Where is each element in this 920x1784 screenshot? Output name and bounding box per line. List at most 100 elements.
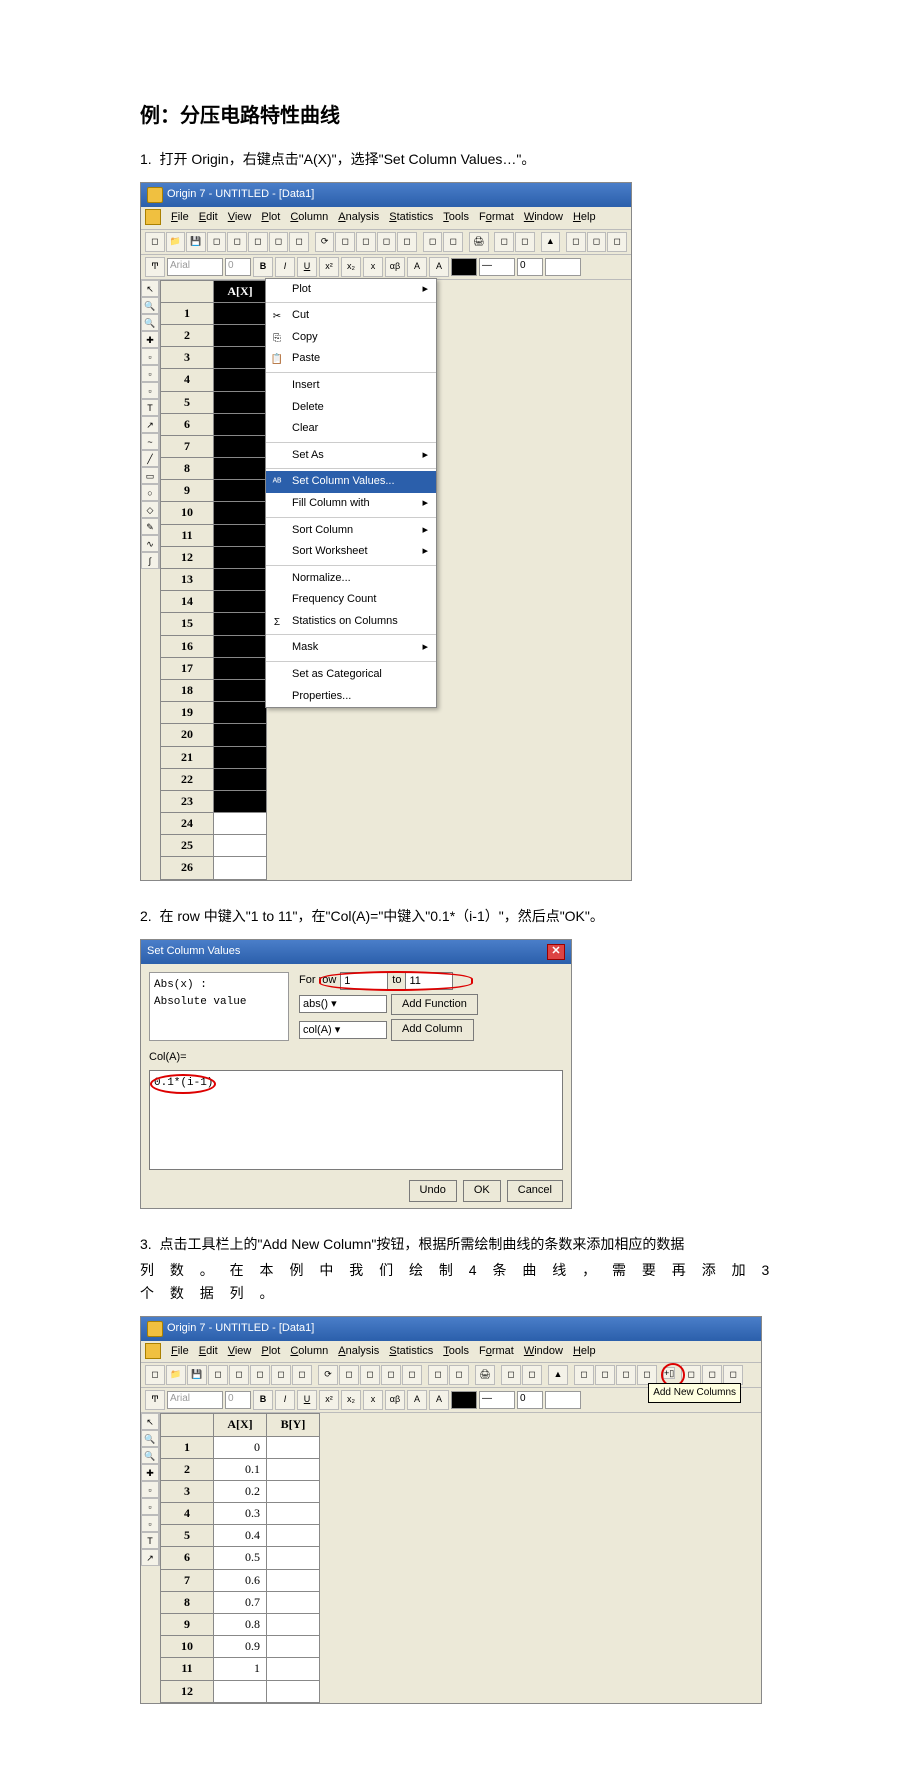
menu-help[interactable]: Help [573, 209, 596, 227]
cell[interactable] [214, 724, 267, 746]
cell[interactable] [214, 813, 267, 835]
fmt-greek[interactable]: αβ [385, 257, 405, 277]
ctx-sort-column[interactable]: Sort Column▸ [266, 520, 436, 542]
menu-column[interactable]: Column [290, 209, 328, 227]
row-header[interactable]: 14 [161, 591, 214, 613]
fmt-italic[interactable]: I [275, 1390, 295, 1410]
tb-b25[interactable]: ◻ [681, 1365, 701, 1385]
line-style[interactable]: — [479, 258, 515, 276]
st-circle[interactable]: ○ [141, 484, 159, 501]
col-header-b[interactable]: B[Y] [267, 1414, 320, 1436]
cell[interactable] [267, 1503, 320, 1525]
row-header[interactable]: 10 [161, 502, 214, 524]
cell[interactable] [214, 369, 267, 391]
st-5[interactable]: ▫ [141, 348, 159, 365]
menu-edit[interactable]: Edit [199, 209, 218, 227]
tb-b8[interactable]: ◻ [292, 1365, 312, 1385]
tb-b4[interactable]: ◻ [207, 232, 227, 252]
row-header[interactable]: 1 [161, 1436, 214, 1458]
line-w[interactable]: 0 [517, 1391, 543, 1409]
row-header[interactable]: 7 [161, 435, 214, 457]
row-header[interactable]: 1 [161, 302, 214, 324]
fmt-a2[interactable]: A [429, 1390, 449, 1410]
fmt-underline[interactable]: U [297, 1390, 317, 1410]
cell[interactable]: 1 [214, 1658, 267, 1680]
row-header[interactable]: 18 [161, 679, 214, 701]
col-header-a[interactable]: A[X] [214, 1414, 267, 1436]
st-s[interactable]: ∫ [141, 552, 159, 569]
row-header[interactable]: 5 [161, 391, 214, 413]
menu-plot[interactable]: Plot [261, 209, 280, 227]
tb-b23[interactable]: ◻ [637, 1365, 657, 1385]
st-6[interactable]: ▫ [141, 365, 159, 382]
row-header[interactable]: 3 [161, 1480, 214, 1502]
tb-b22[interactable]: ◻ [616, 1365, 636, 1385]
row-to-input[interactable]: 11 [405, 972, 453, 990]
cell[interactable] [214, 635, 267, 657]
tb-open[interactable]: 📁 [166, 1365, 186, 1385]
font-size[interactable]: 0 [225, 1391, 251, 1409]
ctx-categorical[interactable]: Set as Categorical [266, 664, 436, 686]
fmt-underline[interactable]: U [297, 257, 317, 277]
row-header[interactable]: 6 [161, 1547, 214, 1569]
st-pointer[interactable]: ↖ [141, 1413, 159, 1430]
row-header[interactable]: 4 [161, 369, 214, 391]
fill-box[interactable] [545, 1391, 581, 1409]
tb-new[interactable]: ◻ [145, 1365, 165, 1385]
menu-format[interactable]: Format [479, 209, 514, 227]
tb-b21[interactable]: ◻ [587, 232, 607, 252]
cell[interactable] [267, 1569, 320, 1591]
tb-open[interactable]: 📁 [166, 232, 186, 252]
tb-b10[interactable]: ◻ [339, 1365, 359, 1385]
tb-add-column[interactable]: +▯ [663, 1367, 675, 1379]
column-select[interactable]: col(A) ▾ [299, 1021, 387, 1039]
close-icon[interactable]: ✕ [547, 944, 565, 960]
ctx-set-column-values[interactable]: ᴬᴮSet Column Values... [266, 471, 436, 493]
tb-b10[interactable]: ◻ [335, 232, 355, 252]
font-size[interactable]: 0 [225, 258, 251, 276]
cell[interactable]: 0.6 [214, 1569, 267, 1591]
tb-print[interactable]: 🖨 [475, 1365, 495, 1385]
st-text[interactable]: T [141, 399, 159, 416]
row-header[interactable]: 5 [161, 1525, 214, 1547]
tb-b17[interactable]: ◻ [501, 1365, 521, 1385]
cell[interactable] [214, 613, 267, 635]
st-free[interactable]: ✎ [141, 518, 159, 535]
color-box[interactable] [451, 1391, 477, 1409]
cell[interactable] [214, 591, 267, 613]
cell[interactable] [214, 702, 267, 724]
add-function-button[interactable]: Add Function [391, 994, 478, 1016]
row-header[interactable]: 9 [161, 1614, 214, 1636]
tb-b12[interactable]: ◻ [381, 1365, 401, 1385]
row-header[interactable]: 22 [161, 768, 214, 790]
ctx-mask[interactable]: Mask▸ [266, 637, 436, 659]
row-header[interactable]: 21 [161, 746, 214, 768]
tb-b22[interactable]: ◻ [607, 232, 627, 252]
cell[interactable] [214, 790, 267, 812]
menu-edit[interactable]: Edit [199, 1343, 218, 1361]
cell[interactable]: 0.4 [214, 1525, 267, 1547]
tb-b21[interactable]: ◻ [595, 1365, 615, 1385]
cell[interactable] [267, 1591, 320, 1613]
cell[interactable] [267, 1547, 320, 1569]
cell[interactable]: 0 [214, 1436, 267, 1458]
row-header[interactable]: 11 [161, 524, 214, 546]
tb-new[interactable]: ◻ [145, 232, 165, 252]
tb-b5[interactable]: ◻ [227, 232, 247, 252]
ctx-fill-column[interactable]: Fill Column with▸ [266, 493, 436, 515]
tb-b14[interactable]: ◻ [428, 1365, 448, 1385]
row-header[interactable]: 20 [161, 724, 214, 746]
fmt-bold[interactable]: B [253, 1390, 273, 1410]
row-header[interactable]: 26 [161, 857, 214, 879]
row-header[interactable]: 7 [161, 1569, 214, 1591]
row-header[interactable]: 16 [161, 635, 214, 657]
st-arrow[interactable]: ↗ [141, 1549, 159, 1566]
fmt-a2[interactable]: A [429, 257, 449, 277]
font-name[interactable]: Arial [167, 1391, 223, 1409]
tb-b9[interactable]: ⟳ [315, 232, 335, 252]
tb-b5[interactable]: ◻ [229, 1365, 249, 1385]
tb-b14[interactable]: ◻ [423, 232, 443, 252]
menu-view[interactable]: View [228, 209, 252, 227]
tb-b4[interactable]: ◻ [208, 1365, 228, 1385]
cell[interactable] [214, 524, 267, 546]
